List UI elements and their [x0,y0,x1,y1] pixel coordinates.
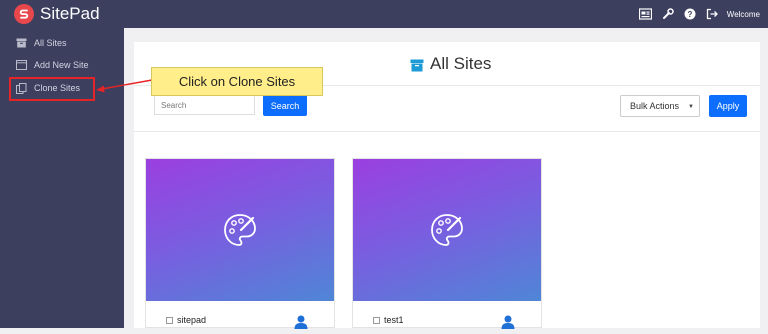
user-icon[interactable] [294,315,308,329]
bulk-actions-value: Bulk Actions [630,101,680,111]
sidebar: All Sites Add New Site Clone Sites [0,28,124,328]
palette-icon [431,214,463,246]
add-site-icon [16,59,28,71]
select-checkbox[interactable] [166,316,173,324]
bulk-actions-select[interactable]: Bulk Actions ▼ [620,95,700,117]
welcome-text: Welcome [726,9,760,19]
divider [134,131,760,132]
page-title-text: All Sites [430,54,492,73]
palette-icon [224,214,256,246]
site-card-test1[interactable]: test1 [352,158,542,329]
apply-button[interactable]: Apply [709,95,747,117]
archive-icon [16,37,28,49]
svg-text:?: ? [687,10,692,19]
page-title: All Sites [410,54,491,74]
clone-sites-highlight [9,77,95,101]
pointer-arrow-icon [96,79,153,93]
sitepad-logo-icon [14,4,34,24]
sidebar-item-label: All Sites [34,38,67,48]
top-bar: SitePad ? Welcome [0,0,768,28]
sidebar-item-add-new-site[interactable]: Add New Site [16,57,89,73]
site-name[interactable]: sitepad [177,315,206,325]
help-icon[interactable]: ? [683,7,697,21]
sidebar-item-label: Add New Site [34,60,89,70]
archive-icon [410,57,424,72]
wrench-icon[interactable] [661,7,675,21]
tutorial-callout: Click on Clone Sites [151,67,323,96]
user-icon[interactable] [501,315,515,329]
sidebar-item-all-sites[interactable]: All Sites [16,35,67,51]
site-card-sitepad[interactable]: sitepad [145,158,335,329]
app-name: SitePad [40,4,100,23]
site-banner[interactable] [146,159,334,301]
logo[interactable]: SitePad [14,4,100,24]
logout-icon[interactable] [705,7,719,21]
site-banner[interactable] [353,159,541,301]
caret-down-icon: ▼ [688,104,694,110]
search-button[interactable]: Search [263,95,307,116]
select-checkbox[interactable] [373,316,380,324]
sites-overview-icon[interactable] [639,7,653,21]
search-input[interactable] [154,95,255,115]
site-name[interactable]: test1 [384,315,404,325]
